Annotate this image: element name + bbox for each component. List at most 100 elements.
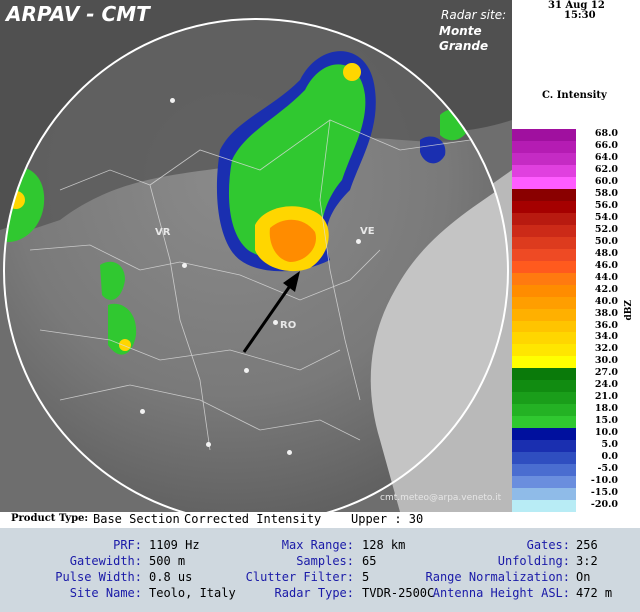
legend-value: 44.0 <box>594 271 618 283</box>
legend-swatch <box>512 416 576 429</box>
site-name-value: Teolo, Italy <box>149 586 236 600</box>
legend-swatch <box>512 368 576 381</box>
legend-swatch <box>512 164 576 178</box>
product-row: Product Type: Base Section Corrected Int… <box>0 512 640 528</box>
legend-title: C. Intensity <box>542 90 607 101</box>
legend-value: 36.0 <box>594 319 618 331</box>
prf-label: PRF: <box>113 538 142 552</box>
clutter-filter-value: 5 <box>362 570 370 584</box>
legend-value: 60.0 <box>594 175 618 187</box>
credit-text: cmt.meteo@arpa.veneto.it <box>380 493 502 503</box>
legend-swatch <box>512 500 576 513</box>
legend-swatch <box>512 356 576 369</box>
unfolding-value: 3:2 <box>576 554 598 568</box>
legend-value: 0.0 <box>601 451 618 463</box>
legend-swatch <box>512 188 576 202</box>
legend-value: 24.0 <box>594 379 618 391</box>
radar-site-name: Monte Grande <box>439 24 489 53</box>
clutter-filter-label: Clutter Filter: <box>245 570 354 584</box>
legend-color-bar <box>512 129 576 513</box>
unfolding-label: Unfolding: <box>497 554 570 568</box>
legend-value: 62.0 <box>594 163 618 175</box>
antenna-height-label: Antenna Height ASL: <box>432 586 570 600</box>
legend-swatch <box>512 152 576 166</box>
pulsewidth-label: Pulse Width: <box>55 570 142 584</box>
legend-value: 5.0 <box>601 439 618 451</box>
city-marker <box>273 320 278 325</box>
legend-value: 68.0 <box>594 128 618 139</box>
legend-value: 32.0 <box>594 343 618 355</box>
legend-value: 48.0 <box>594 247 618 259</box>
legend-value: 15.0 <box>594 415 618 427</box>
legend-swatch <box>512 200 576 214</box>
legend-swatch <box>512 344 576 357</box>
city-marker <box>206 442 211 447</box>
city-marker <box>182 263 187 268</box>
samples-value: 65 <box>362 554 377 568</box>
legend-panel: 31 Aug 12 15:30 C. Intensity 68.0 66.0 64.… <box>512 0 640 513</box>
city-marker <box>356 239 361 244</box>
legend-value: 10.0 <box>594 427 618 439</box>
radar-image <box>0 0 512 524</box>
site-name-label: Site Name: <box>69 586 142 600</box>
legend-value: 66.0 <box>594 139 618 151</box>
legend-swatch <box>512 248 576 262</box>
legend-value: 21.0 <box>594 391 618 403</box>
legend-swatch <box>512 140 576 154</box>
legend-value: 38.0 <box>594 307 618 319</box>
time-text: 15:30 <box>564 10 596 21</box>
product-name: Corrected Intensity <box>184 512 322 526</box>
legend-swatch <box>512 452 576 465</box>
legend-swatch <box>512 464 576 477</box>
prf-value: 1109 Hz <box>149 538 200 552</box>
legend-swatch <box>512 392 576 405</box>
legend-swatch <box>512 440 576 453</box>
city-marker <box>244 368 249 373</box>
legend-value: 34.0 <box>594 331 618 343</box>
legend-swatch <box>512 476 576 489</box>
legend-swatch <box>512 260 576 274</box>
legend-value: -20.0 <box>590 499 618 511</box>
max-range-value: 128 km <box>362 538 406 552</box>
legend-value: 56.0 <box>594 199 618 211</box>
radar-type-label: Radar Type: <box>274 586 354 600</box>
city-marker <box>140 409 145 414</box>
pulsewidth-value: 0.8 us <box>149 570 193 584</box>
samples-label: Samples: <box>296 554 354 568</box>
legend-swatch <box>512 212 576 226</box>
upper-label: Upper : 30 <box>351 512 424 526</box>
city-label: VR <box>155 227 171 238</box>
city-label: VE <box>360 226 375 237</box>
legend-swatch <box>512 332 576 345</box>
antenna-height-value: 472 m <box>576 586 613 600</box>
legend-swatch <box>512 176 576 190</box>
range-normalization-value: On <box>576 570 591 584</box>
max-range-label: Max Range: <box>281 538 354 552</box>
legend-swatch <box>512 129 576 142</box>
legend-value: 40.0 <box>594 295 618 307</box>
legend-swatch <box>512 272 576 286</box>
legend-value: -15.0 <box>590 487 618 499</box>
product-type-value: Base Section <box>93 512 180 526</box>
gates-label: Gates: <box>526 538 570 552</box>
legend-value: 46.0 <box>594 259 618 271</box>
legend-swatch <box>512 428 576 441</box>
product-type-label: Product Type: <box>11 513 89 524</box>
legend-value: 64.0 <box>594 151 618 163</box>
app-title: ARPAV - CMT <box>6 2 150 26</box>
legend-value: 52.0 <box>594 223 618 235</box>
city-marker <box>287 450 292 455</box>
legend-unit: dBZ <box>624 300 634 321</box>
legend-value: 50.0 <box>594 235 618 247</box>
legend-value: 30.0 <box>594 355 618 367</box>
range-normalization-label: Range Normalization: <box>425 570 571 584</box>
legend-swatch <box>512 296 576 310</box>
gatewidth-value: 500 m <box>149 554 186 568</box>
legend-swatch <box>512 308 576 321</box>
legend-value: 18.0 <box>594 403 618 415</box>
legend-swatch <box>512 380 576 393</box>
legend-swatch <box>512 284 576 298</box>
legend-value: 58.0 <box>594 187 618 199</box>
legend-value: 42.0 <box>594 283 618 295</box>
radar-map: ARPAV - CMT Radar site: Monte Grande VR … <box>0 0 512 524</box>
